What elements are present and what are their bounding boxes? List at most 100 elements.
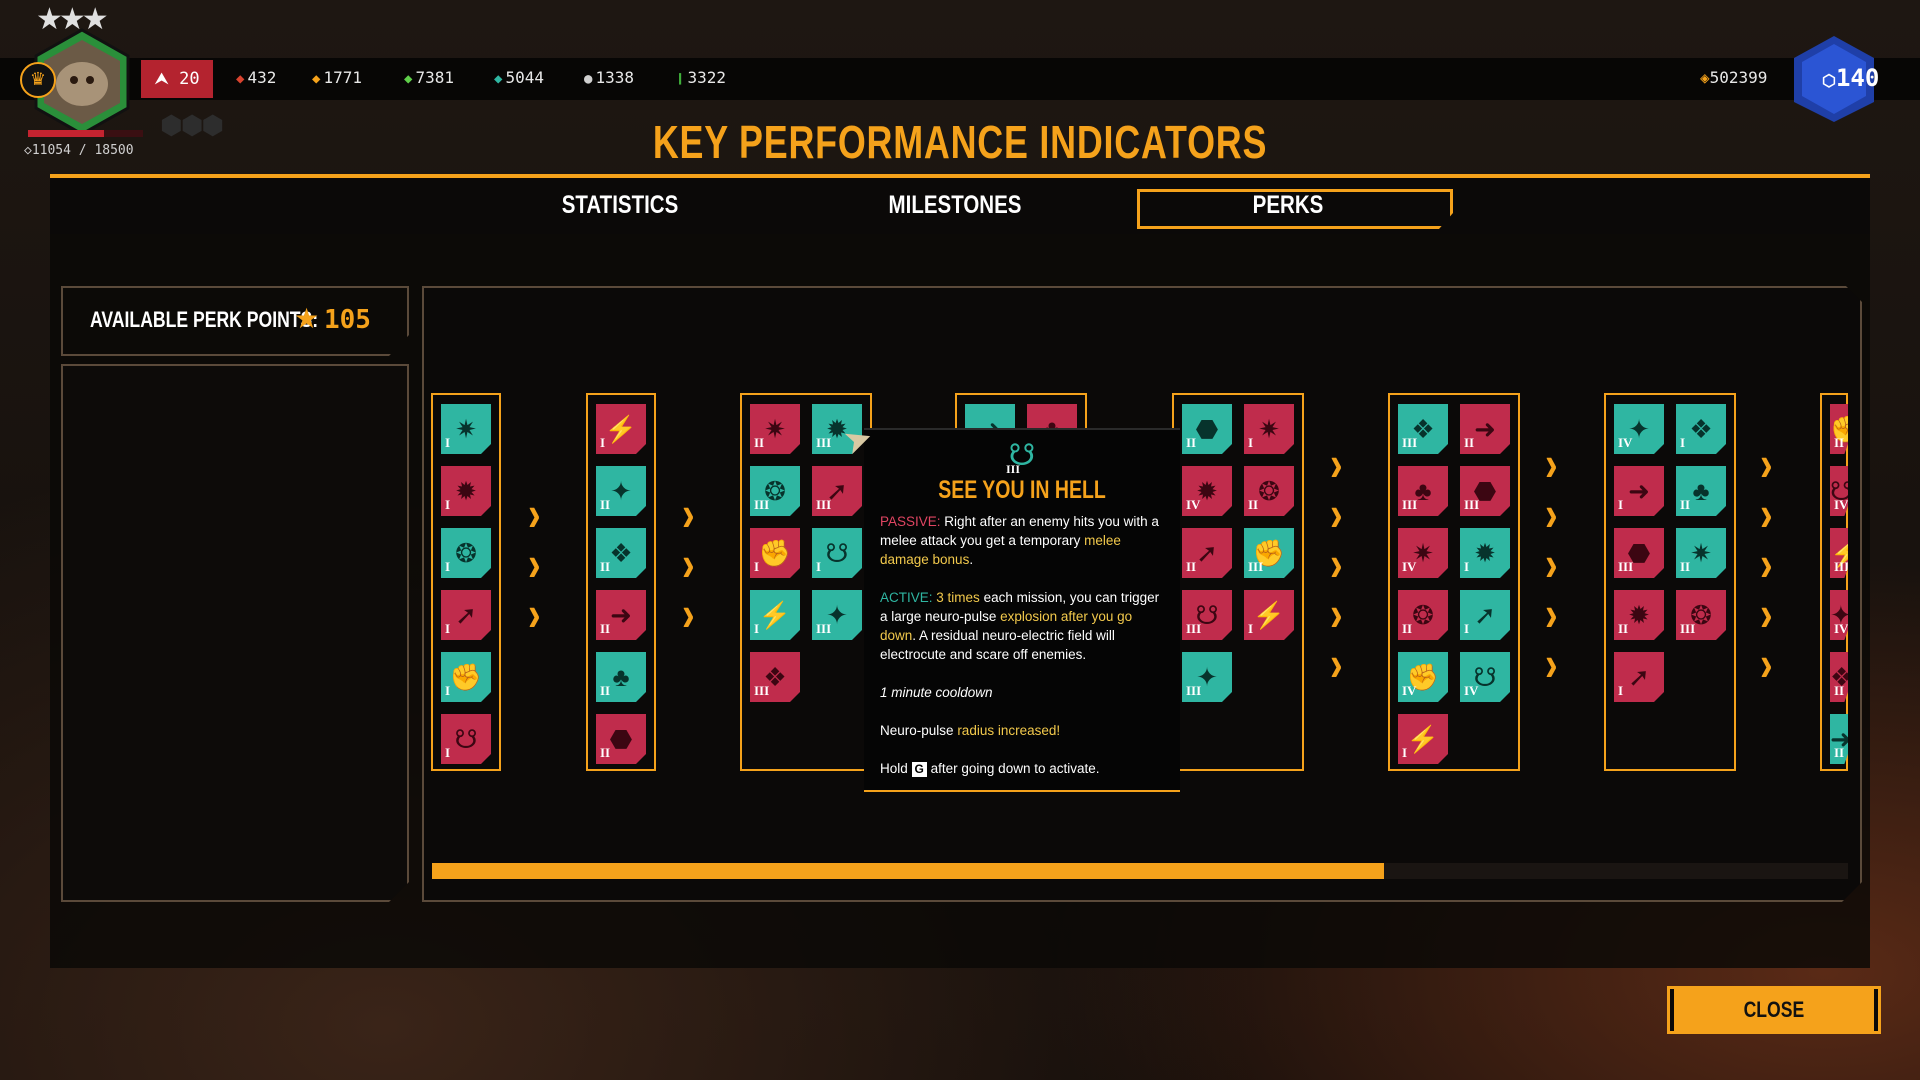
chevron-right-icon: › [682,587,695,643]
perk-icon[interactable]: ❖ II [596,528,646,578]
perk-icon[interactable]: ❂ I [441,528,491,578]
tab-perks[interactable]: PERKS [1206,191,1370,220]
health-bar [28,130,143,137]
perk-icon[interactable]: ❂ II [1244,466,1294,516]
chevron-right-icon: › [1330,487,1343,543]
red-ore-icon: ◆ [236,71,245,87]
perk-icon[interactable]: ✹ I [1460,528,1510,578]
perk-icon[interactable]: ➚ III [812,466,862,516]
perk-icon[interactable]: ☋ III [1182,590,1232,640]
perk-icon[interactable]: ➚ I [441,590,491,640]
perk-icon[interactable]: ⚡ I [750,590,800,640]
shard-icon: ⬡ [1822,71,1836,90]
perk-icon[interactable]: ⬣ II [1182,404,1232,454]
perk-icon[interactable]: ⚡ I [1244,590,1294,640]
perk-icon[interactable]: ➜II [596,590,646,640]
perk-icon[interactable]: ✊ II [1830,404,1848,454]
close-button[interactable]: CLOSE [1667,986,1881,1034]
tooltip-active: ACTIVE: 3 times each mission, you can tr… [880,590,1160,662]
resource-teal: ◆ 5044 [494,68,544,87]
perk-icon[interactable]: ♣ II [596,652,646,702]
perk-icon[interactable]: ❂ III [750,466,800,516]
perk-icon[interactable]: ⬣ III [1614,528,1664,578]
chevron-right-icon: › [682,487,695,543]
perk-icon[interactable]: ☋ IV [1830,466,1848,516]
chevron-right-icon: › [1545,637,1558,693]
tab-statistics[interactable]: STATISTICS [538,191,702,220]
perk-icon[interactable]: ❖ II [1830,652,1848,702]
silver-ore-icon: ● [584,71,593,87]
perk-icon[interactable]: ✦ IV [1830,590,1848,640]
top-resource-bar [0,58,1920,100]
perk-icon[interactable]: ➚ I [1614,652,1664,702]
perk-icon[interactable]: ✹ II [1614,590,1664,640]
perk-icon[interactable]: ☋ I [441,714,491,764]
perk-icon[interactable]: ✷ II [1676,528,1726,578]
perk-icon[interactable]: ➚ I [1460,590,1510,640]
chevron-right-icon: › [528,487,541,543]
perk-icon[interactable]: ⬣ III [1460,466,1510,516]
tab-milestones[interactable]: MILESTONES [873,191,1037,220]
tooltip-rank: III [1006,462,1021,476]
player-level-badge: ⮝ 20 [141,60,213,98]
perk-icon[interactable]: ❂ III [1676,590,1726,640]
perk-icon[interactable]: ➚ II [1182,528,1232,578]
perk-scroll-bar[interactable] [432,863,1848,879]
perk-icon[interactable]: ✊ IV [1398,652,1448,702]
perk-icon[interactable]: ➜ I [1614,466,1664,516]
chevron-right-icon: › [1760,437,1773,493]
perk-icon[interactable]: ➜II [1830,714,1848,764]
perk-icon[interactable]: ✷ I [1244,404,1294,454]
chevron-right-icon: › [1545,487,1558,543]
perk-icon[interactable]: ✹ I [441,466,491,516]
chevron-right-icon: › [1330,437,1343,493]
perk-icon[interactable]: ✷ IV [1398,528,1448,578]
teal-ore-icon: ◆ [494,71,503,87]
chevron-right-icon: › [1330,587,1343,643]
chevron-right-icon: › [682,537,695,593]
gold-ore-icon: ◆ [312,71,321,87]
resource-silver: ● 1338 [584,68,634,87]
perk-icon[interactable]: ✹ IV [1182,466,1232,516]
tooltip-cooldown: 1 minute cooldown [880,685,993,700]
perk-icon[interactable]: ☋ I [812,528,862,578]
perk-icon[interactable]: ❖ III [1398,404,1448,454]
rank-stars: ★★★ [36,3,109,36]
credit-icon: ◈ [1700,68,1710,87]
chevron-right-icon: › [1545,437,1558,493]
chevron-right-icon: › [1545,537,1558,593]
perk-icon[interactable]: ⬣ II [596,714,646,764]
chevron-right-icon: › [1545,587,1558,643]
perk-icon[interactable]: ⚡ I [596,404,646,454]
perk-icon[interactable]: ✊ I [441,652,491,702]
perk-icon[interactable]: ✦ III [812,590,862,640]
star-icon: ★ [294,303,320,334]
chevron-right-icon: › [1760,587,1773,643]
perk-icon[interactable]: ❂ II [1398,590,1448,640]
perk-tooltip: ☋ III SEE YOU IN HELL PASSIVE: Right aft… [864,428,1180,792]
perk-points-value: 105 [324,305,371,335]
chevron-right-icon: › [1330,537,1343,593]
perk-icon[interactable]: ✊ III [1244,528,1294,578]
tooltip-title: SEE YOU IN HELL [938,476,1106,504]
perk-icon[interactable]: ⚡ I [1398,714,1448,764]
perk-icon[interactable]: ➜II [1460,404,1510,454]
perk-icon[interactable]: ☋ IV [1460,652,1510,702]
perk-icon[interactable]: ✦ III [1182,652,1232,702]
chevron-right-icon: › [1330,637,1343,693]
perk-icon[interactable]: ♣ II [1676,466,1726,516]
perk-icon[interactable]: ❖ I [1676,404,1726,454]
shard-count: ⬡140 [1822,64,1880,92]
perk-icon[interactable]: ♣ III [1398,466,1448,516]
perk-icon[interactable]: ✦ II [596,466,646,516]
perk-icon[interactable]: ✊ I [750,528,800,578]
chevron-right-icon: › [528,537,541,593]
perk-icon[interactable]: ✷ II [750,404,800,454]
perk-icon[interactable]: ✦ IV [1614,404,1664,454]
perk-detail-panel [61,364,409,902]
page-title: KEY PERFORMANCE INDICATORS [652,116,1268,168]
chevron-right-icon: › [1760,487,1773,543]
perk-icon[interactable]: ✷ I [441,404,491,454]
perk-icon[interactable]: ❖ III [750,652,800,702]
perk-icon[interactable]: ⚡ III [1830,528,1848,578]
